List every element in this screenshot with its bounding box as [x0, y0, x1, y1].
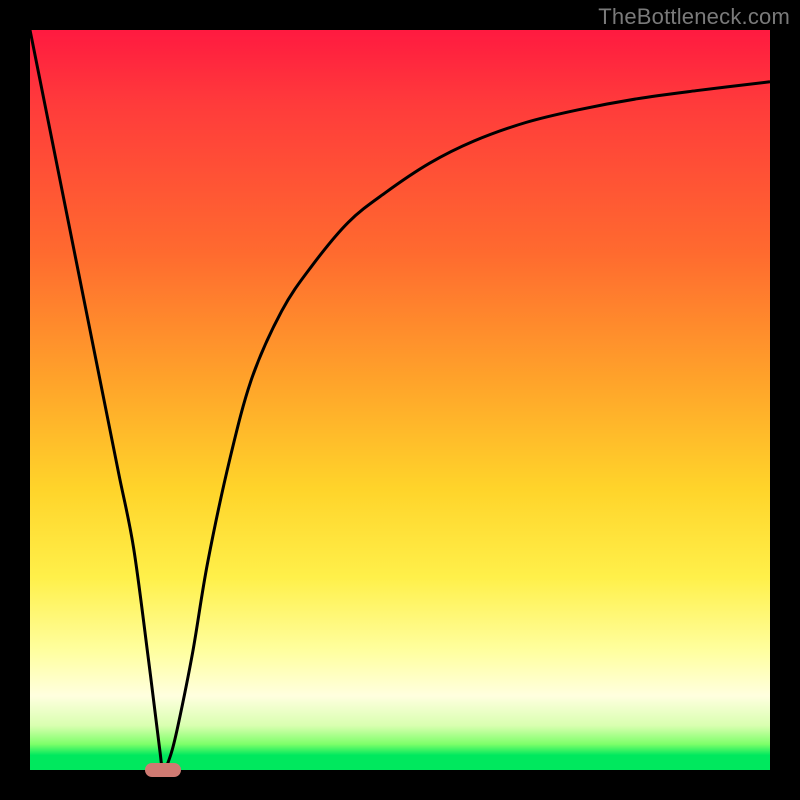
plot-area [30, 30, 770, 770]
minimum-marker [145, 763, 181, 777]
watermark-text: TheBottleneck.com [598, 4, 790, 30]
bottleneck-curve [30, 30, 770, 770]
curve-path [30, 30, 770, 770]
